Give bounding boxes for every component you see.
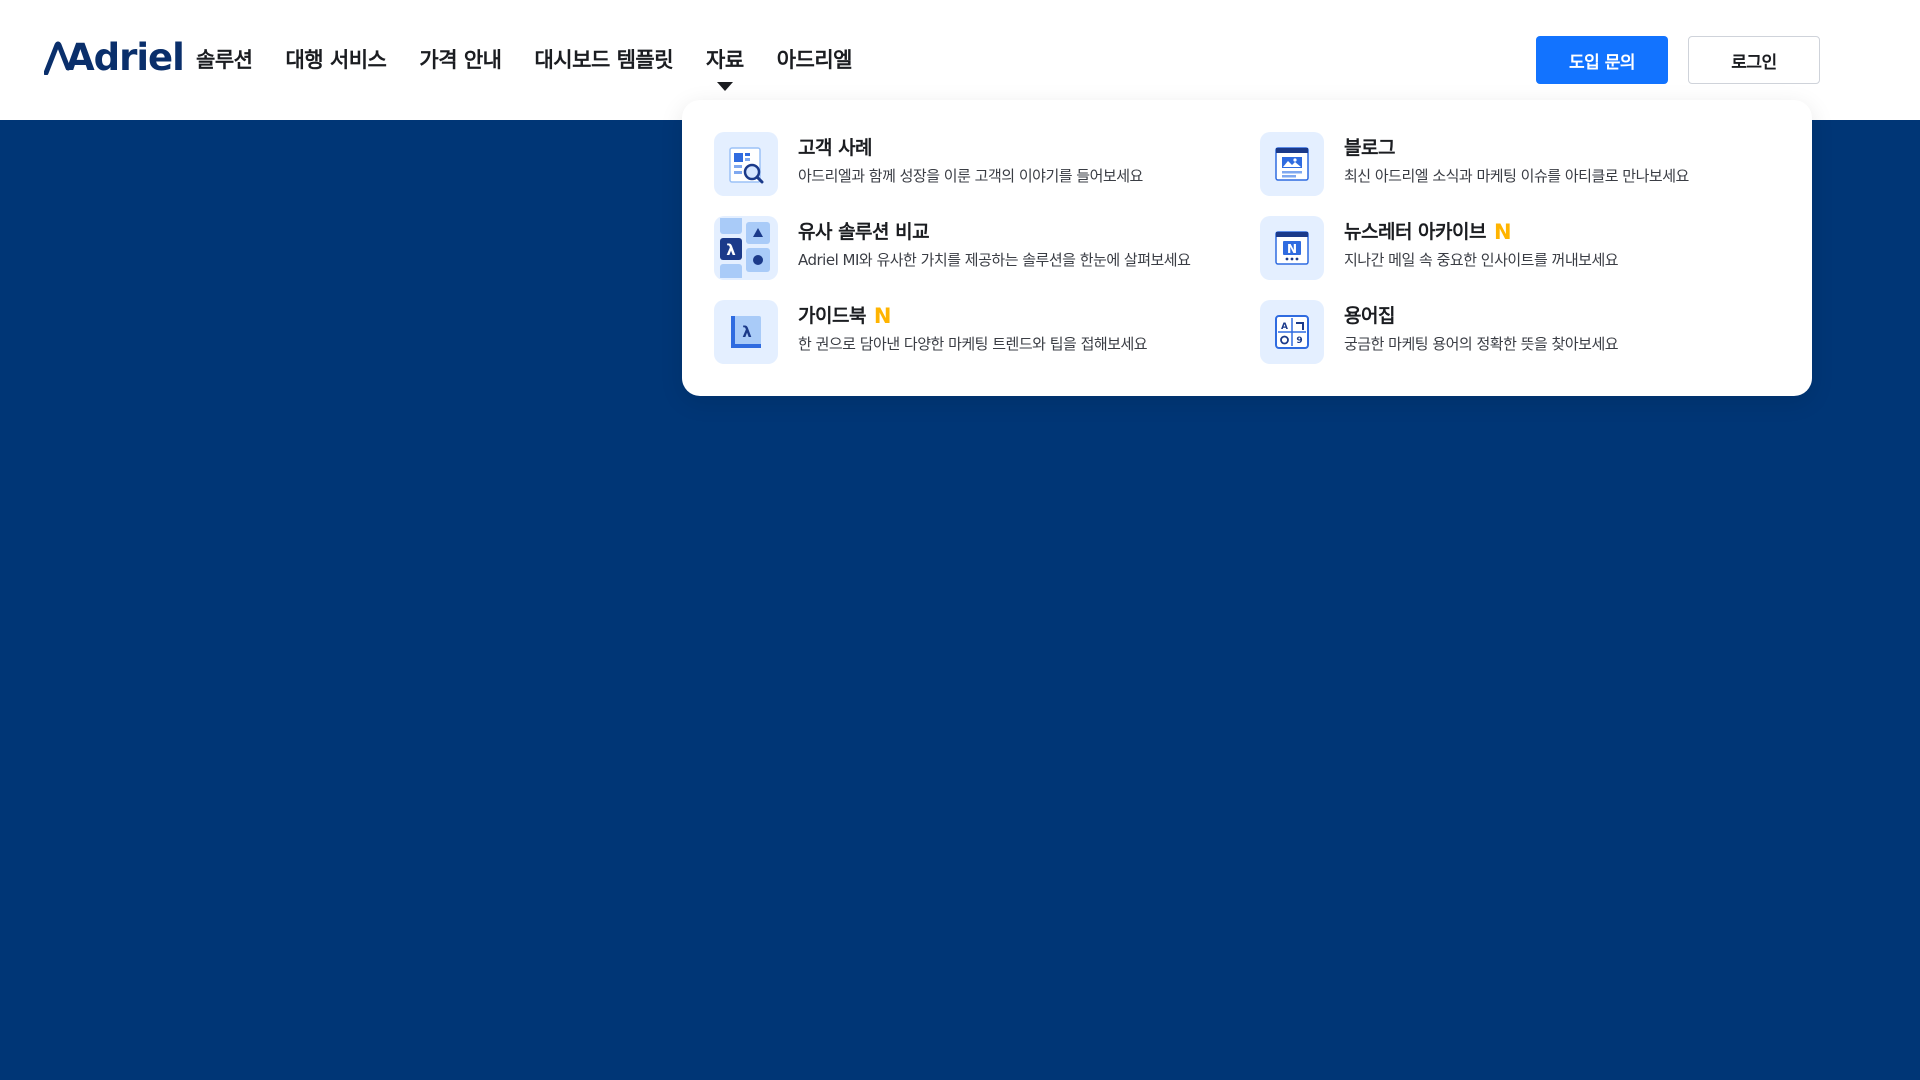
svg-text:λ: λ — [726, 241, 736, 259]
glossary-icon: A 9 — [1260, 300, 1324, 364]
menu-item-title: 뉴스레터 아카이브 N — [1344, 219, 1618, 245]
menu-item-newsletter-archive[interactable]: N 뉴스레터 아카이브 N 지나간 메일 속 중요한 인사이트를 꺼내보세요 — [1260, 216, 1619, 280]
menu-item-title-text: 유사 솔루션 비교 — [798, 221, 930, 243]
menu-item-case-studies[interactable]: 고객 사례 아드리엘과 함께 성장을 이룬 고객의 이야기를 들어보세요 — [714, 132, 1143, 196]
logo-text: Adriel — [66, 36, 185, 79]
resources-dropdown-menu: 고객 사례 아드리엘과 함께 성장을 이룬 고객의 이야기를 들어보세요 블로그… — [682, 100, 1812, 396]
menu-item-title-text: 가이드북 — [798, 305, 866, 327]
new-badge: N — [1493, 220, 1512, 244]
nav-item-dashboard-templates[interactable]: 대시보드 템플릿 — [534, 42, 673, 78]
menu-item-title-text: 뉴스레터 아카이브 — [1344, 221, 1486, 243]
nav-item-solutions[interactable]: 솔루션 — [196, 42, 253, 78]
menu-item-title: 용어집 — [1344, 303, 1618, 329]
menu-item-glossary[interactable]: A 9 용어집 궁금한 마케팅 용어의 정확한 뜻을 찾아보세요 — [1260, 300, 1619, 364]
menu-item-description: Adriel MI와 유사한 가치를 제공하는 솔루션을 한눈에 살펴보세요 — [798, 251, 1191, 269]
newsletter-icon: N — [1260, 216, 1324, 280]
menu-item-title: 유사 솔루션 비교 — [798, 219, 1190, 245]
menu-item-description: 아드리엘과 함께 성장을 이룬 고객의 이야기를 들어보세요 — [798, 167, 1143, 185]
menu-item-title-text: 고객 사례 — [798, 137, 873, 159]
new-badge: N — [873, 304, 892, 328]
svg-text:9: 9 — [1296, 336, 1302, 346]
menu-item-guidebook[interactable]: λ 가이드북 N 한 권으로 담아낸 다양한 마케팅 트렌드와 팁을 접해보세요 — [714, 300, 1148, 364]
nav-item-agency-service[interactable]: 대행 서비스 — [285, 42, 386, 78]
menu-item-title: 고객 사례 — [798, 135, 1143, 161]
adriel-logo[interactable]: Adriel — [44, 36, 185, 79]
case-study-icon — [714, 132, 778, 196]
compare-icon: λ — [714, 216, 778, 280]
menu-item-title: 블로그 — [1344, 135, 1689, 161]
nav-item-about-adriel[interactable]: 아드리엘 — [777, 42, 853, 78]
login-button[interactable]: 로그인 — [1688, 36, 1820, 84]
guidebook-icon: λ — [714, 300, 778, 364]
svg-text:λ: λ — [742, 323, 752, 341]
nav-item-resources-label: 자료 — [706, 48, 744, 72]
svg-text:N: N — [1287, 242, 1297, 256]
menu-item-title-text: 용어집 — [1344, 305, 1395, 327]
menu-item-blog[interactable]: 블로그 최신 아드리엘 소식과 마케팅 이슈를 아티클로 만나보세요 — [1260, 132, 1689, 196]
menu-item-title: 가이드북 N — [798, 303, 1147, 329]
menu-item-description: 한 권으로 담아낸 다양한 마케팅 트렌드와 팁을 접해보세요 — [798, 335, 1148, 353]
nav-item-resources[interactable]: 자료 — [706, 42, 744, 91]
main-nav: 솔루션 대행 서비스 가격 안내 대시보드 템플릿 자료 아드리엘 — [196, 42, 885, 91]
blog-icon — [1260, 132, 1324, 196]
menu-item-description: 궁금한 마케팅 용어의 정확한 뜻을 찾아보세요 — [1344, 335, 1619, 353]
nav-item-pricing[interactable]: 가격 안내 — [419, 42, 502, 78]
svg-text:A: A — [1281, 322, 1288, 332]
menu-item-title-text: 블로그 — [1344, 137, 1395, 159]
request-demo-button[interactable]: 도입 문의 — [1536, 36, 1668, 84]
menu-item-solution-comparison[interactable]: λ 유사 솔루션 비교 Adriel MI와 유사한 가치를 제공하는 솔루션을… — [714, 216, 1191, 280]
menu-item-description: 최신 아드리엘 소식과 마케팅 이슈를 아티클로 만나보세요 — [1344, 167, 1689, 185]
caret-down-icon — [716, 82, 733, 91]
menu-item-description: 지나간 메일 속 중요한 인사이트를 꺼내보세요 — [1344, 251, 1619, 269]
